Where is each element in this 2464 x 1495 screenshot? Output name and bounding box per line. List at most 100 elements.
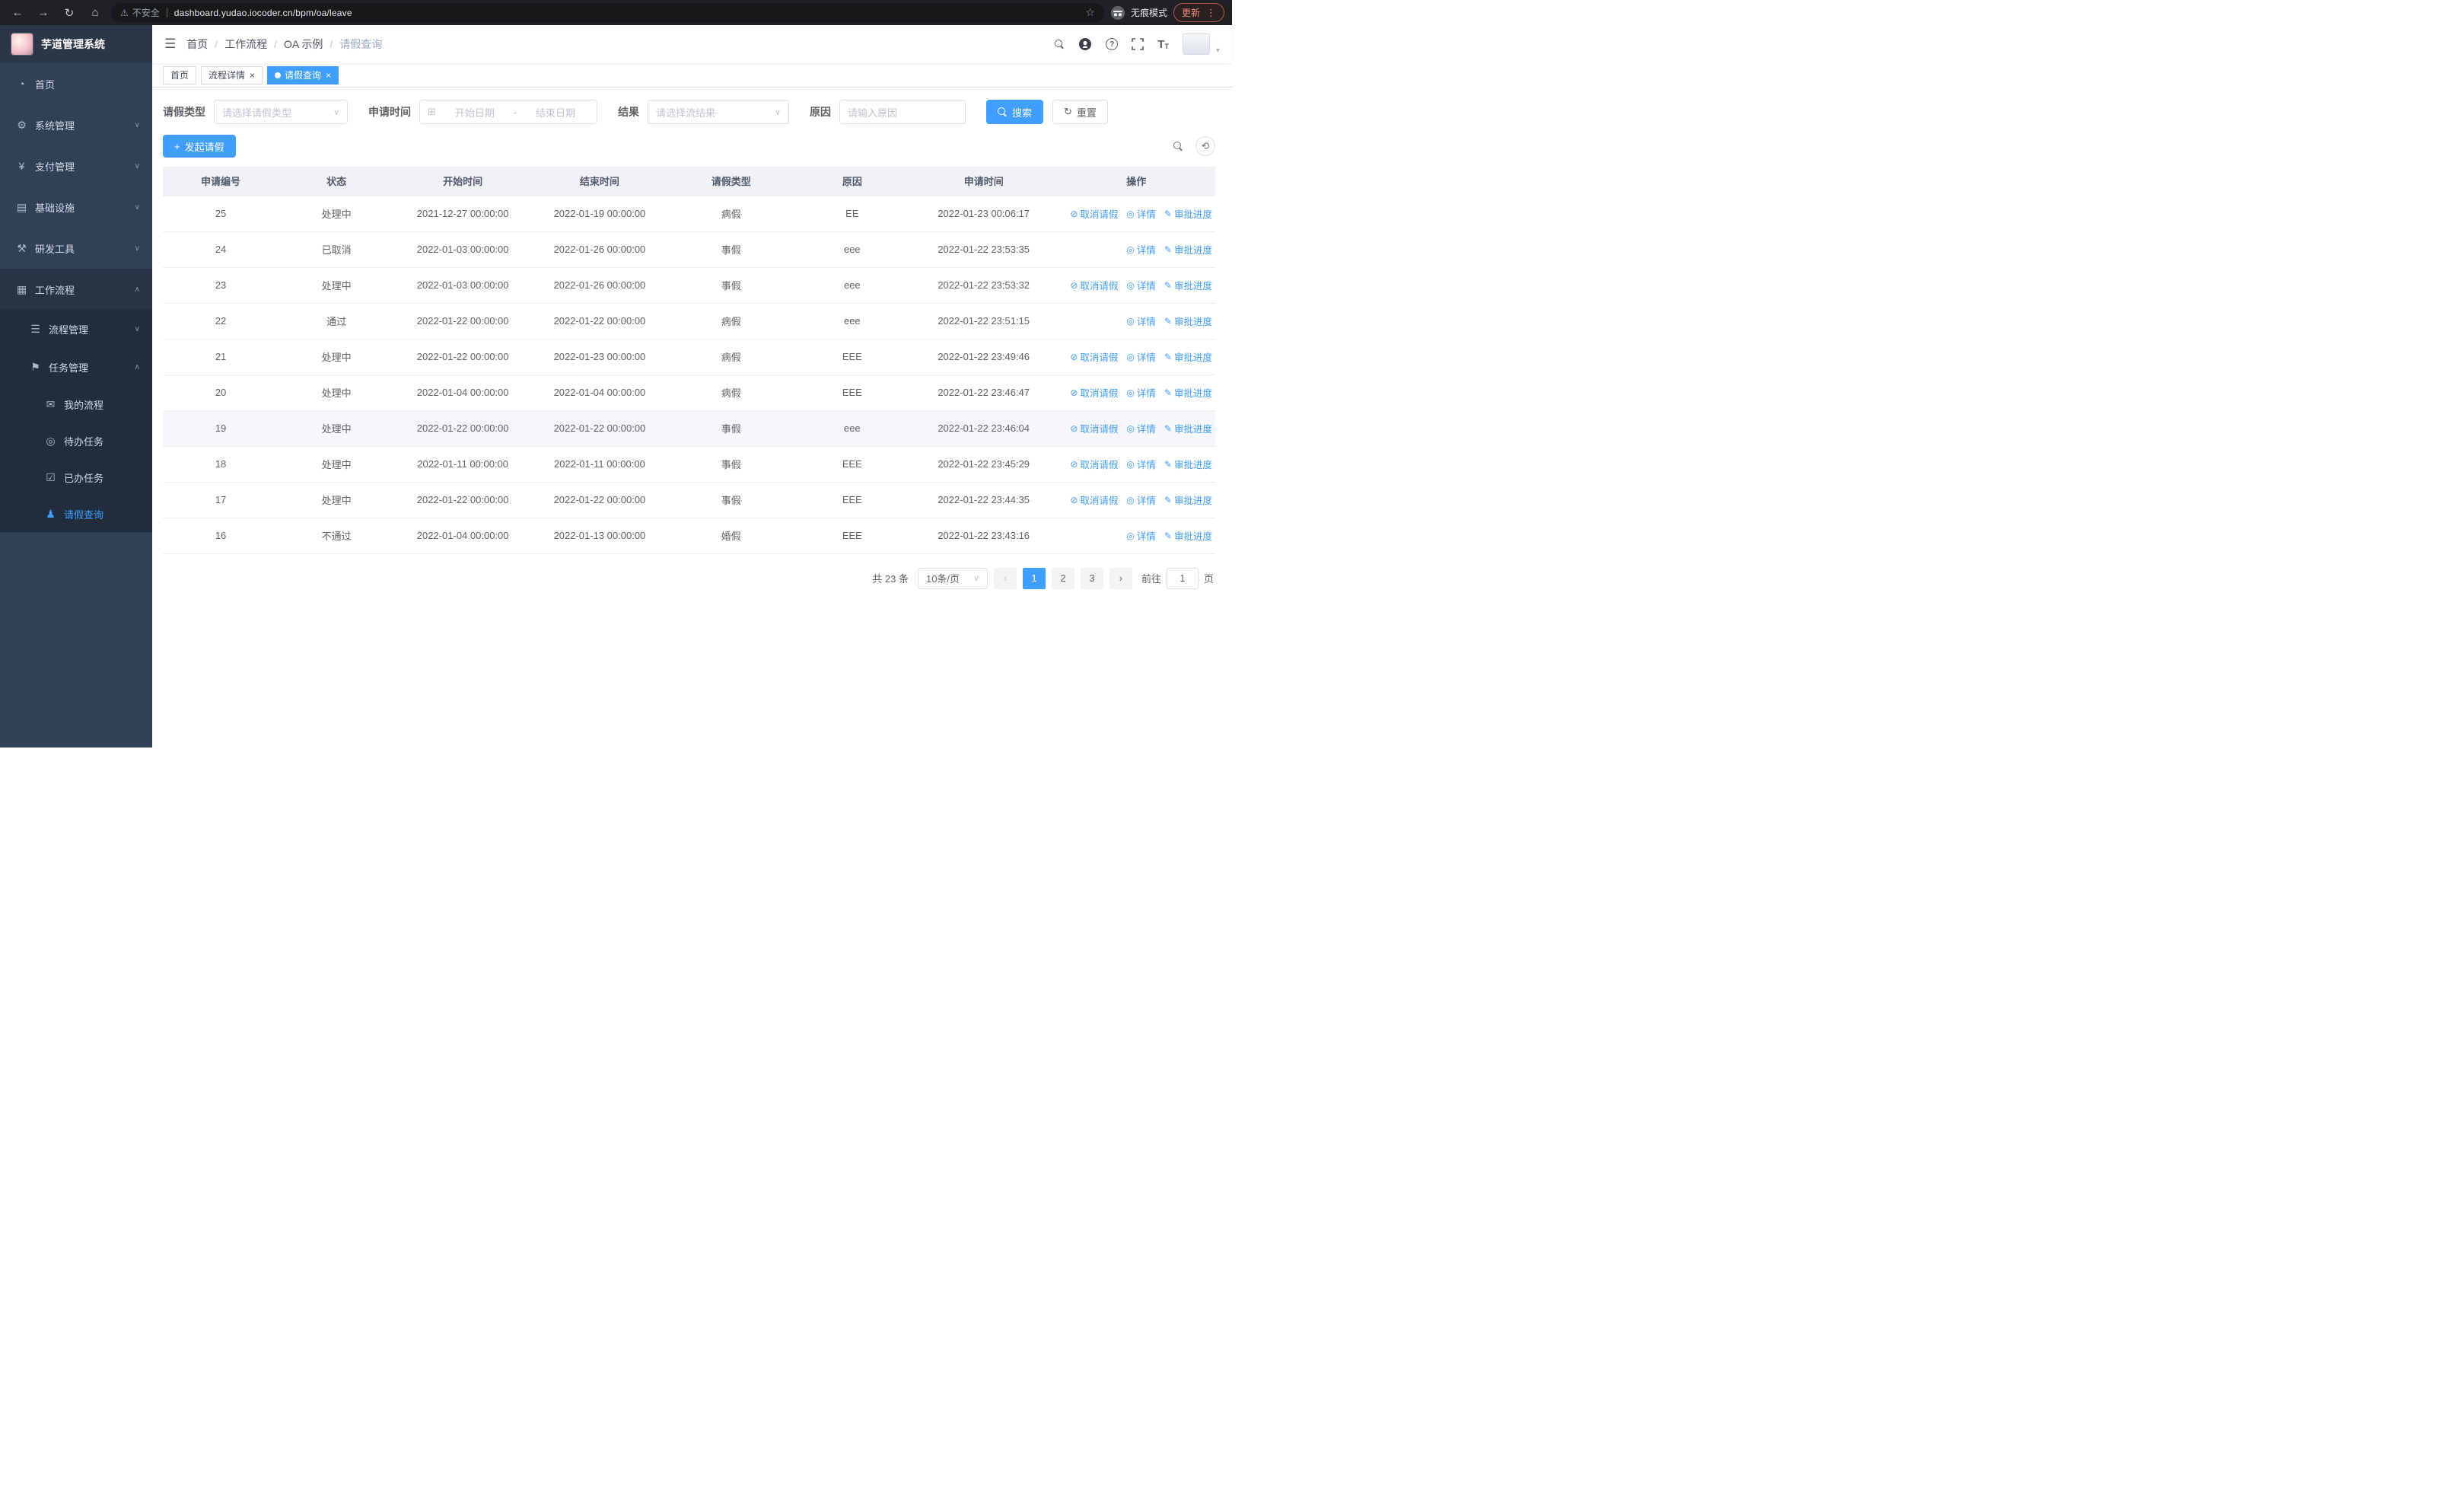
header-search-icon[interactable] [1055, 39, 1065, 49]
eye-icon: ◎ [1126, 458, 1135, 470]
sidebar-item-label: 基础设施 [35, 202, 75, 214]
next-page-button[interactable]: › [1109, 567, 1132, 589]
menu-kebab-icon[interactable]: ⋮ [1206, 8, 1216, 18]
tab-home[interactable]: 首页 [163, 65, 197, 84]
chevron-up-icon: ∧ [134, 285, 140, 294]
refresh-table-button[interactable]: ⟲ [1195, 136, 1215, 156]
sidebar-item-my-process[interactable]: ✉ 我的流程 [0, 386, 152, 422]
sidebar-item-payment[interactable]: ¥ 支付管理 ∨ [0, 145, 152, 186]
progress-link[interactable]: ✎ 审批进度 [1164, 385, 1212, 400]
detail-link[interactable]: ◎ 详情 [1126, 492, 1156, 507]
url-text[interactable]: dashboard.yudao.iocoder.cn/bpm/oa/leave [174, 8, 1079, 18]
breadcrumb-oa-example[interactable]: OA 示例 [284, 37, 323, 52]
cancel-link[interactable]: ⊘ 取消请假 [1070, 349, 1118, 364]
incognito-badge[interactable]: 无痕模式 [1110, 5, 1167, 21]
sidebar-item-home[interactable]: ◔ 首页 [0, 63, 152, 104]
detail-link[interactable]: ◎ 详情 [1126, 349, 1156, 364]
forward-button[interactable]: → [33, 3, 53, 23]
sidebar-item-todo-tasks[interactable]: ◎ 待办任务 [0, 422, 152, 459]
bookmark-star-icon[interactable]: ☆ [1085, 6, 1095, 19]
cancel-link[interactable]: ⊘ 取消请假 [1070, 492, 1118, 507]
create-leave-button[interactable]: + 发起请假 [163, 135, 236, 158]
sidebar-item-dev-tools[interactable]: ⚒ 研发工具 ∨ [0, 228, 152, 269]
progress-link[interactable]: ✎ 审批进度 [1164, 457, 1212, 471]
user-avatar[interactable] [1182, 33, 1210, 55]
github-icon[interactable] [1078, 37, 1092, 51]
browser-update-button[interactable]: 更新 ⋮ [1173, 3, 1224, 22]
yen-icon: ¥ [18, 160, 25, 172]
address-bar[interactable]: ⚠ 不安全 dashboard.yudao.iocoder.cn/bpm/oa/… [111, 3, 1104, 22]
browser-chrome: ← → ↻ ⌂ ⚠ 不安全 dashboard.yudao.iocoder.cn… [0, 0, 1232, 25]
prev-page-button[interactable]: ‹ [993, 567, 1017, 589]
security-chip[interactable]: ⚠ 不安全 [120, 6, 160, 19]
col-apply-no: 申请编号 [163, 167, 279, 196]
app-title: 芋道管理系统 [41, 38, 105, 50]
detail-link[interactable]: ◎ 详情 [1126, 385, 1156, 400]
sidebar-item-system[interactable]: ⚙ 系统管理 ∨ [0, 104, 152, 145]
help-icon[interactable]: ? [1106, 38, 1119, 50]
progress-link[interactable]: ✎ 审批进度 [1164, 278, 1212, 292]
cell-start-time: 2021-12-27 00:00:00 [394, 196, 532, 232]
progress-link[interactable]: ✎ 审批进度 [1164, 314, 1212, 328]
fullscreen-icon[interactable] [1132, 38, 1144, 50]
tab-process-detail[interactable]: 流程详情 × [201, 65, 263, 84]
leave-table-header: 申请编号 状态 开始时间 结束时间 请假类型 原因 申请时间 操作 [163, 167, 1215, 196]
reload-button[interactable]: ↻ [59, 3, 79, 23]
progress-link[interactable]: ✎ 审批进度 [1164, 492, 1212, 507]
detail-link[interactable]: ◎ 详情 [1126, 206, 1156, 221]
page-button-2[interactable]: 2 [1051, 567, 1074, 589]
sidebar-item-infrastructure[interactable]: ▤ 基础设施 ∨ [0, 186, 152, 228]
breadcrumb-workflow[interactable]: 工作流程 [224, 37, 267, 52]
sidebar-item-workflow[interactable]: ▦ 工作流程 ∧ [0, 269, 152, 310]
reason-input[interactable]: 请输入原因 [839, 100, 966, 124]
close-icon[interactable]: × [250, 70, 255, 81]
leave-type-select[interactable]: 请选择请假类型 ∨ [214, 100, 348, 124]
progress-link[interactable]: ✎ 审批进度 [1164, 528, 1212, 543]
result-select[interactable]: 请选择流结果 ∨ [648, 100, 789, 124]
progress-link[interactable]: ✎ 审批进度 [1164, 349, 1212, 364]
calendar-icon: ⊞ [428, 106, 436, 117]
toggle-search-icon[interactable] [1173, 141, 1183, 151]
page-size-select[interactable]: 10条/页 ∨ [917, 567, 988, 589]
page-button-3[interactable]: 3 [1080, 567, 1103, 589]
home-button[interactable]: ⌂ [85, 3, 105, 23]
cancel-link[interactable]: ⊘ 取消请假 [1070, 457, 1118, 471]
cell-apply-no: 23 [163, 267, 279, 304]
cancel-link[interactable]: ⊘ 取消请假 [1070, 278, 1118, 292]
detail-link[interactable]: ◎ 详情 [1126, 528, 1156, 543]
table-row: 19 处理中 2022-01-22 00:00:00 2022-01-22 00:00… [163, 410, 1215, 447]
apply-time-range-picker[interactable]: ⊞ 开始日期 - 结束日期 [419, 100, 597, 124]
cell-start-time: 2022-01-11 00:00:00 [394, 446, 532, 483]
back-button[interactable]: ← [8, 3, 27, 23]
sidebar-item-done-tasks[interactable]: ☑ 已办任务 [0, 459, 152, 496]
search-button[interactable]: 搜索 [986, 100, 1044, 124]
breadcrumb-home[interactable]: 首页 [186, 37, 208, 52]
progress-link[interactable]: ✎ 审批进度 [1164, 206, 1212, 221]
detail-link[interactable]: ◎ 详情 [1126, 457, 1156, 471]
cancel-link[interactable]: ⊘ 取消请假 [1070, 206, 1118, 221]
sidebar-item-process-mgmt[interactable]: ☰ 流程管理 ∨ [0, 310, 152, 348]
sidebar-item-task-mgmt[interactable]: ⚑ 任务管理 ∧ [0, 348, 152, 386]
app-logo[interactable]: 芋道管理系统 [0, 25, 152, 63]
sidebar-collapse-icon[interactable]: ☰ [164, 37, 176, 52]
reset-button[interactable]: ↻ 重置 [1052, 100, 1108, 124]
close-icon[interactable]: × [326, 70, 331, 81]
cell-apply-time: 2022-01-22 23:46:04 [909, 410, 1058, 447]
cancel-link[interactable]: ⊘ 取消请假 [1070, 385, 1118, 400]
detail-link[interactable]: ◎ 详情 [1126, 278, 1156, 292]
progress-link[interactable]: ✎ 审批进度 [1164, 242, 1212, 257]
page-button-1[interactable]: 1 [1022, 567, 1046, 589]
app-shell: 芋道管理系统 ◔ 首页 ⚙ 系统管理 ∨ ¥ 支付管理 ∨ ▤ 基础设施 ∨ ⚒ 研发工具 ∨ ▦ 工作流程 ∧… [0, 25, 1232, 748]
detail-link[interactable]: ◎ 详情 [1126, 314, 1156, 328]
detail-link[interactable]: ◎ 详情 [1126, 421, 1156, 435]
detail-link[interactable]: ◎ 详情 [1126, 242, 1156, 257]
sidebar-item-leave-query[interactable]: ♟ 请假查询 [0, 496, 152, 532]
font-size-icon[interactable]: TT [1157, 39, 1169, 50]
avatar-caret-icon[interactable]: ▾ [1216, 46, 1220, 55]
tab-leave-query[interactable]: 请假查询 × [267, 65, 339, 84]
cell-end-time: 2022-01-04 00:00:00 [531, 375, 668, 411]
cancel-link[interactable]: ⊘ 取消请假 [1070, 421, 1118, 435]
goto-page-input[interactable]: 1 [1166, 567, 1199, 589]
delete-icon: ⊘ [1070, 351, 1078, 362]
progress-link[interactable]: ✎ 审批进度 [1164, 421, 1212, 435]
